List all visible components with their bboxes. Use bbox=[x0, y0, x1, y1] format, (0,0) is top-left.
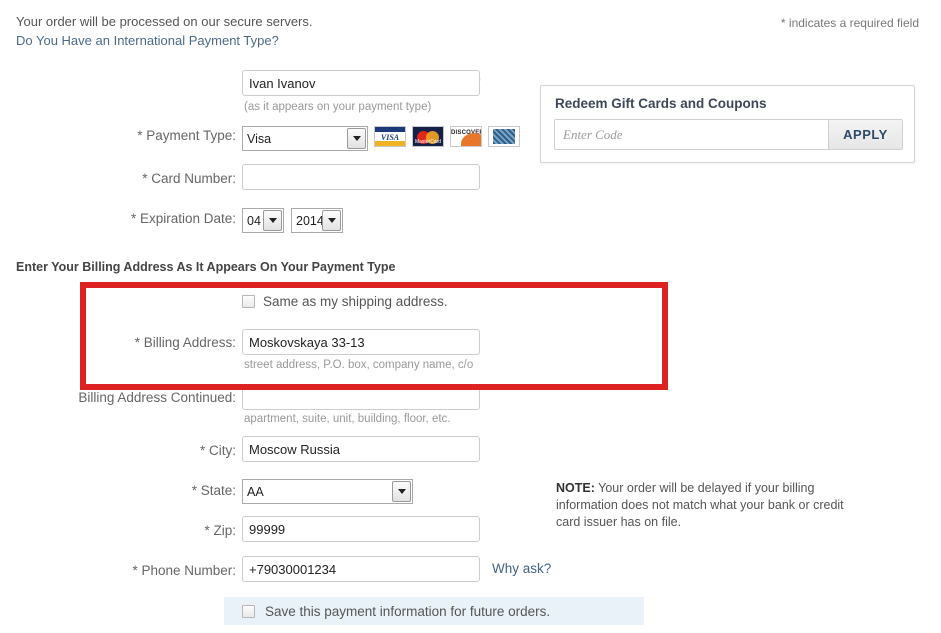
expiration-month-select[interactable]: 04 bbox=[242, 208, 284, 233]
note-text: Your order will be delayed if your billi… bbox=[556, 481, 844, 529]
exp-year-select-wrap[interactable]: 2014 bbox=[291, 208, 343, 233]
apply-code-button[interactable]: APPLY bbox=[828, 120, 902, 149]
billing-address-hint: street address, P.O. box, company name, … bbox=[244, 359, 474, 371]
payment-type-select[interactable]: Visa bbox=[242, 126, 368, 151]
same-as-shipping-checkbox[interactable] bbox=[242, 295, 255, 308]
redeem-code-row: APPLY bbox=[554, 119, 903, 150]
billing-address-input[interactable] bbox=[242, 329, 480, 355]
city-input[interactable] bbox=[242, 436, 480, 462]
exp-month-select-wrap[interactable]: 04 bbox=[242, 208, 284, 233]
zip-input[interactable] bbox=[242, 516, 480, 542]
redeem-gift-card-panel: Redeem Gift Cards and Coupons APPLY bbox=[540, 85, 915, 163]
amex-logo-icon bbox=[488, 126, 520, 147]
payment-type-label: * Payment Type: bbox=[137, 128, 236, 143]
why-ask-link[interactable]: Why ask? bbox=[492, 561, 551, 576]
save-payment-label: Save this payment information for future… bbox=[265, 603, 551, 619]
state-select[interactable]: AA bbox=[242, 479, 413, 504]
name-hint: (as it appears on your payment type) bbox=[244, 101, 432, 113]
international-payment-link[interactable]: Do You Have an International Payment Typ… bbox=[16, 31, 313, 50]
billing-address-label: * Billing Address: bbox=[134, 335, 236, 350]
billing-address2-input[interactable] bbox=[242, 384, 480, 410]
state-label: * State: bbox=[191, 483, 236, 498]
save-payment-bar[interactable]: Save this payment information for future… bbox=[224, 597, 644, 625]
state-select-wrap[interactable]: AA bbox=[242, 479, 413, 504]
redeem-panel-title: Redeem Gift Cards and Coupons bbox=[555, 96, 767, 111]
note-prefix: NOTE: bbox=[556, 481, 595, 495]
mastercard-logo-icon: MasterCard bbox=[412, 126, 444, 147]
accepted-card-logos: VISA MasterCard DISCOVER bbox=[374, 126, 520, 147]
expiration-row: * Expiration Date: bbox=[0, 211, 481, 226]
zip-label: * Zip: bbox=[204, 523, 236, 538]
visa-logo-icon: VISA bbox=[374, 126, 406, 147]
phone-label: * Phone Number: bbox=[132, 563, 236, 578]
save-payment-checkbox[interactable] bbox=[242, 604, 255, 618]
expiration-year-select[interactable]: 2014 bbox=[291, 208, 343, 233]
city-label: * City: bbox=[199, 443, 236, 458]
discover-logo-icon: DISCOVER bbox=[450, 126, 482, 147]
billing-match-note: NOTE: Your order will be delayed if your… bbox=[556, 480, 848, 531]
mastercard-logo-text: MasterCard bbox=[414, 139, 442, 145]
billing-section-heading: Enter Your Billing Address As It Appears… bbox=[16, 260, 396, 274]
name-input[interactable] bbox=[242, 70, 480, 96]
billing-address2-label: Billing Address Continued: bbox=[78, 390, 236, 405]
phone-input[interactable] bbox=[242, 556, 480, 582]
same-as-shipping-row[interactable]: Same as my shipping address. bbox=[242, 294, 448, 309]
same-as-shipping-label: Same as my shipping address. bbox=[263, 294, 448, 309]
billing-address2-hint: apartment, suite, unit, building, floor,… bbox=[244, 413, 451, 425]
secure-servers-notice: Your order will be processed on our secu… bbox=[16, 14, 313, 29]
card-number-input[interactable] bbox=[242, 164, 480, 190]
gift-code-input[interactable] bbox=[555, 120, 828, 149]
payment-type-select-wrap[interactable]: Visa bbox=[242, 126, 368, 151]
card-number-label: * Card Number: bbox=[142, 171, 236, 186]
top-notice: Your order will be processed on our secu… bbox=[16, 12, 313, 50]
required-field-note: * indicates a required field bbox=[780, 16, 919, 30]
expiration-date-label: * Expiration Date: bbox=[130, 211, 236, 226]
